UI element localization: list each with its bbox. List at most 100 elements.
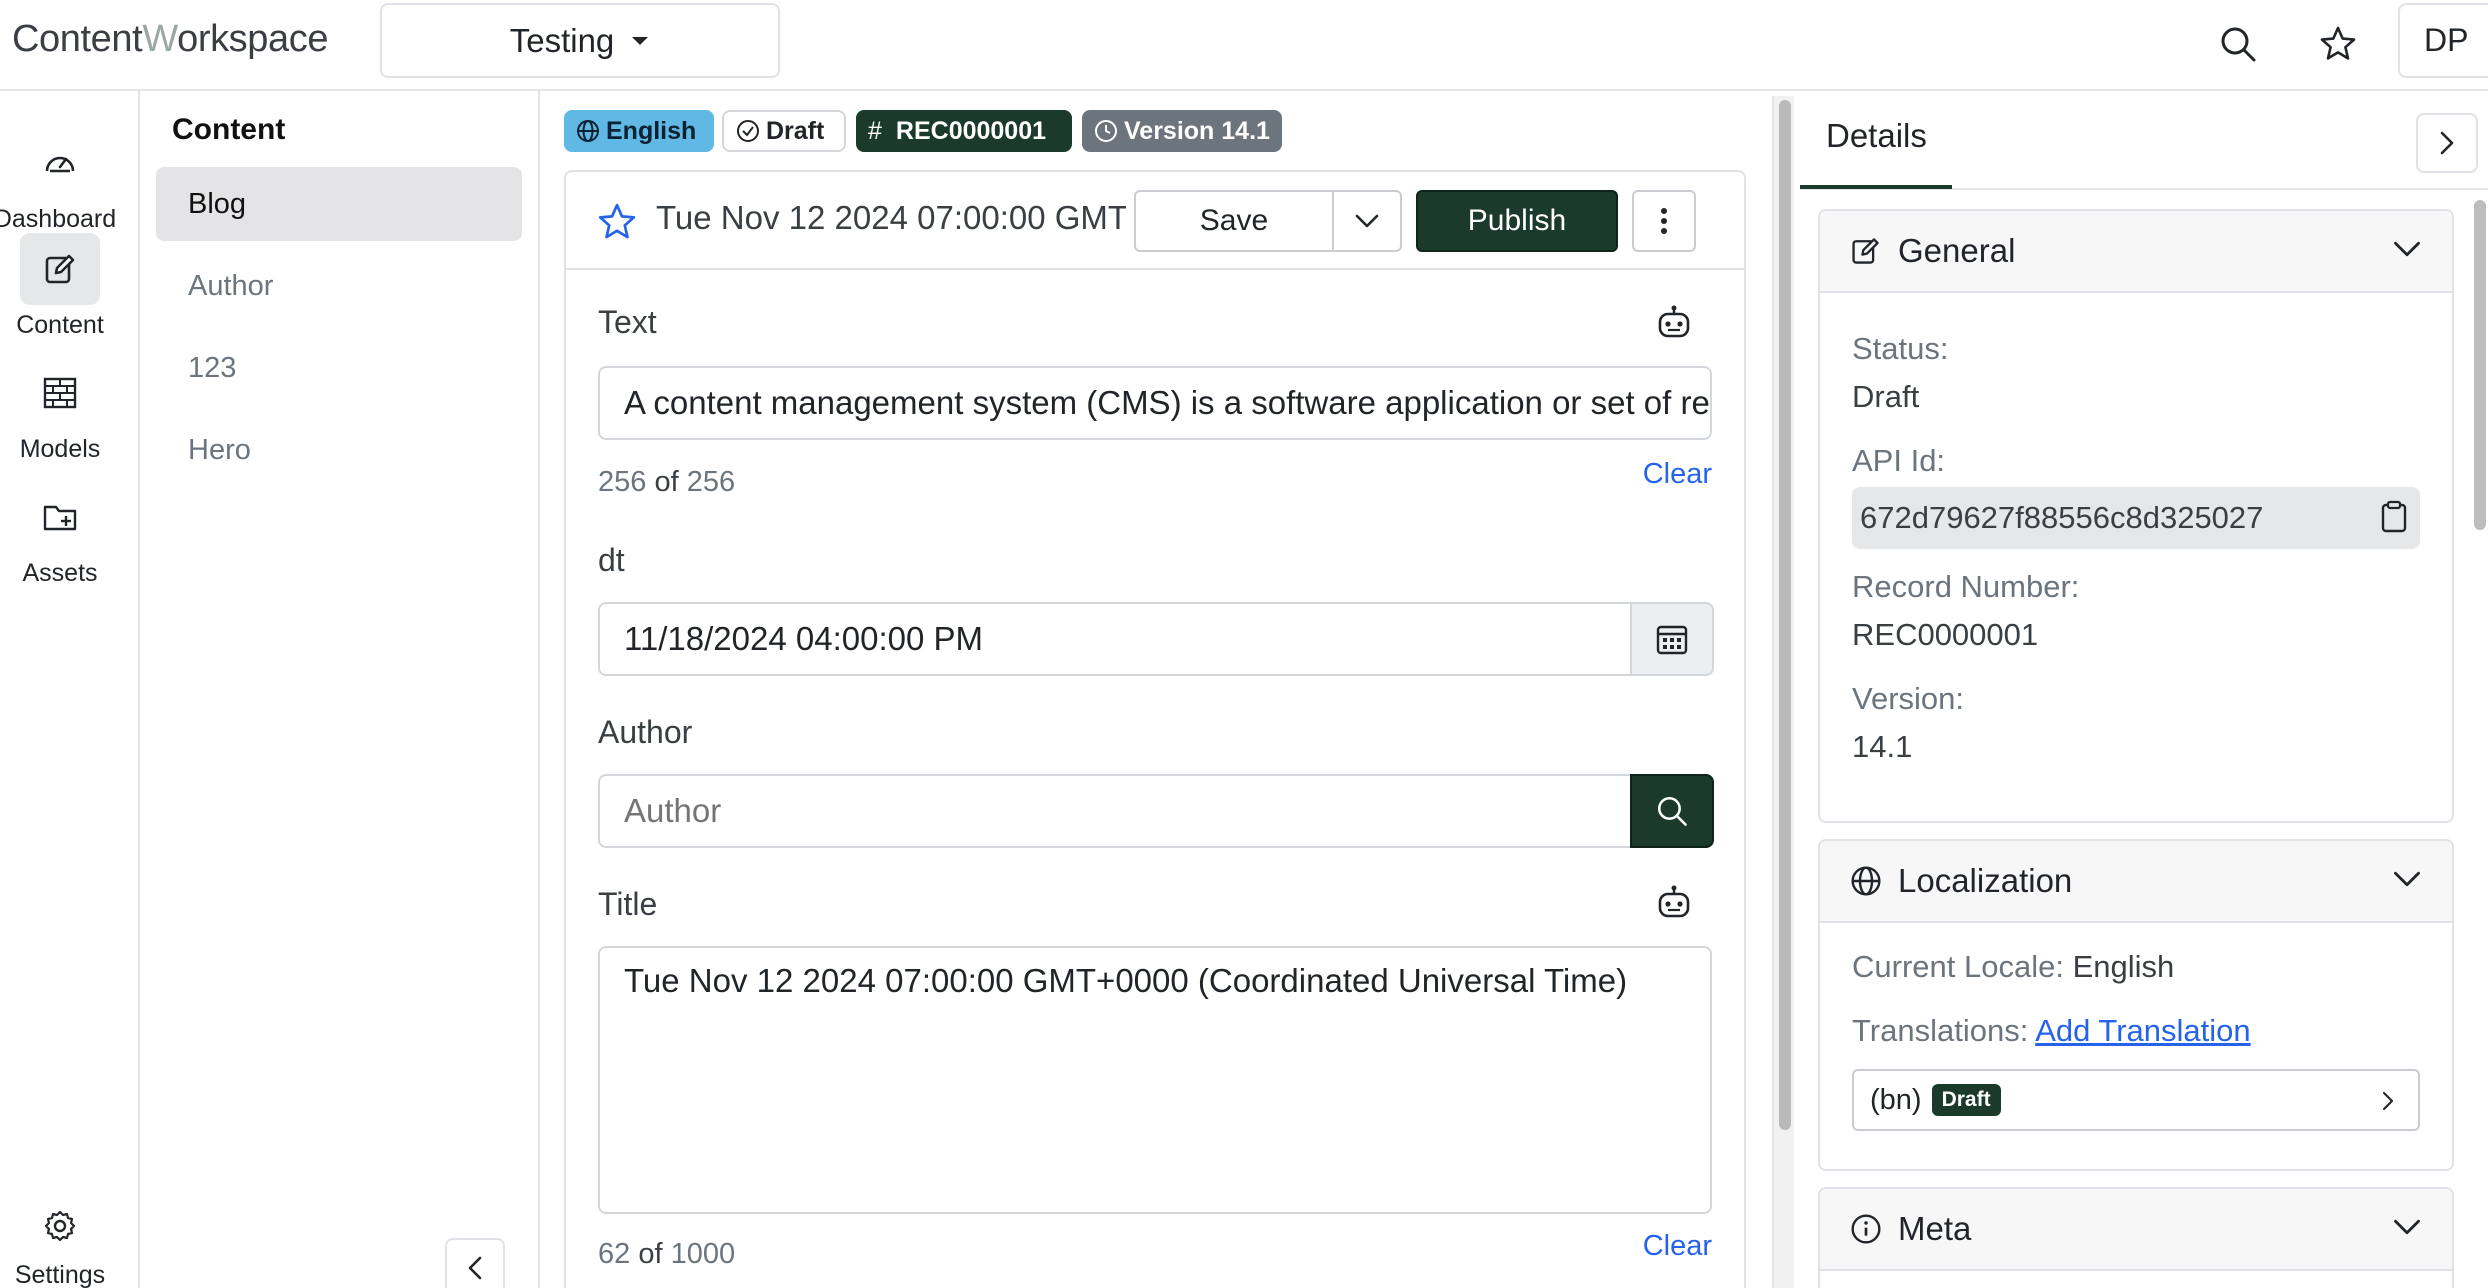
- details-tab-indicator: [1800, 185, 1952, 189]
- space-selector[interactable]: Testing: [380, 3, 780, 78]
- title-clear-link[interactable]: Clear: [1643, 1230, 1712, 1263]
- content-list-title: Content: [172, 113, 286, 146]
- translation-item-bn[interactable]: (bn) Draft: [1852, 1069, 2420, 1131]
- nav-models-label: Models: [19, 435, 101, 463]
- top-bar: ContentWorkspace Testing DP: [0, 0, 2488, 91]
- save-button[interactable]: Save: [1134, 190, 1334, 252]
- text-field-label: Text: [598, 304, 657, 340]
- editor-header: Tue Nov 12 2024 07:00:00 GMT+0000 (Coord…: [566, 172, 1744, 270]
- current-locale-row: Current Locale: English: [1852, 949, 2175, 984]
- nav-content[interactable]: Content: [0, 233, 120, 340]
- author-search-button[interactable]: [1630, 774, 1714, 848]
- editor-scrollbar[interactable]: [1772, 96, 1794, 1288]
- nav-settings-label: Settings: [14, 1261, 106, 1288]
- favorite-star-icon[interactable]: [596, 201, 638, 243]
- text-input[interactable]: A content management system (CMS) is a s…: [598, 366, 1712, 440]
- general-section: General Status: Draft API Id: 672d79627f…: [1818, 209, 2454, 823]
- caret-down-icon: [632, 36, 649, 45]
- star-icon[interactable]: [2308, 14, 2368, 74]
- version-badge: Version 14.1: [1082, 110, 1282, 152]
- clock-icon: [1095, 120, 1117, 142]
- status-value: Draft: [1852, 379, 1920, 414]
- date-picker-button[interactable]: [1630, 602, 1714, 676]
- title-textarea[interactable]: Tue Nov 12 2024 07:00:00 GMT+0000 (Coord…: [598, 946, 1712, 1214]
- editor-scrollbar-thumb[interactable]: [1779, 100, 1791, 1130]
- entry-title: Tue Nov 12 2024 07:00:00 GMT+0000 (Coord…: [656, 199, 1126, 236]
- general-section-title: General: [1898, 232, 2016, 269]
- save-options-button[interactable]: [1332, 190, 1402, 252]
- gear-icon: [20, 1197, 100, 1255]
- text-clear-link[interactable]: Clear: [1643, 458, 1712, 491]
- record-number-label: Record Number:: [1852, 569, 2080, 604]
- meta-section-header[interactable]: Meta: [1820, 1189, 2452, 1271]
- dt-field-label: dt: [598, 542, 625, 578]
- content-models-list: Content Blog Author 123 Hero: [140, 91, 540, 1288]
- calendar-icon: [1656, 625, 1688, 655]
- ai-assist-icon[interactable]: [1654, 884, 1694, 924]
- translation-locale: (bn): [1870, 1083, 1922, 1116]
- api-id-label: API Id:: [1852, 443, 1946, 478]
- record-number-badge: # REC0000001: [856, 110, 1072, 152]
- tab-details[interactable]: Details: [1826, 117, 1927, 155]
- gauge-icon: [20, 127, 100, 199]
- space-selector-label: Testing: [509, 21, 615, 59]
- chevron-right-icon: [2382, 1091, 2394, 1111]
- general-section-header[interactable]: General: [1820, 211, 2452, 293]
- localization-section: Localization Current Locale: English Tra…: [1818, 839, 2454, 1171]
- title-field-label: Title: [598, 886, 658, 922]
- globe-icon: [1851, 866, 1881, 896]
- chevron-down-icon: [2394, 241, 2420, 257]
- chevron-down-icon: [1355, 214, 1379, 228]
- publish-button[interactable]: Publish: [1416, 190, 1618, 252]
- more-actions-button[interactable]: [1632, 190, 1696, 252]
- hash-icon: #: [868, 116, 882, 145]
- copy-clipboard-icon[interactable]: [2378, 500, 2410, 534]
- content-list-item-hero[interactable]: Hero: [156, 413, 522, 487]
- edit-icon: [1852, 238, 1879, 264]
- nav-dashboard-label: Dashboard: [0, 205, 117, 233]
- primary-nav: Dashboard Content Models Assets Settings: [0, 91, 140, 1288]
- chevron-down-icon: [2394, 1219, 2420, 1235]
- nav-models[interactable]: Models: [0, 357, 120, 464]
- user-avatar[interactable]: DP: [2398, 3, 2488, 78]
- chevron-left-icon: [468, 1256, 482, 1280]
- status-label: Status:: [1852, 331, 1949, 366]
- add-translation-link[interactable]: Add Translation: [2035, 1013, 2250, 1048]
- content-list-item-author[interactable]: Author: [156, 249, 522, 323]
- nav-dashboard[interactable]: Dashboard: [0, 127, 120, 234]
- check-circle-icon: [737, 120, 759, 142]
- ai-assist-icon[interactable]: [1654, 304, 1694, 344]
- title-char-counter: 62 of 1000: [598, 1238, 736, 1270]
- nav-content-label: Content: [16, 311, 104, 339]
- content-list-item-blog[interactable]: Blog: [156, 167, 522, 241]
- collapse-sidebar-button[interactable]: [445, 1238, 505, 1288]
- api-id-value: 672d79627f88556c8d325027: [1852, 487, 2420, 549]
- collapse-details-button[interactable]: [2416, 113, 2478, 173]
- meta-section: Meta: [1818, 1187, 2454, 1288]
- translation-status-badge: Draft: [1931, 1084, 2001, 1116]
- version-value: 14.1: [1852, 729, 1913, 764]
- localization-section-header[interactable]: Localization: [1820, 841, 2452, 923]
- details-scrollbar-thumb[interactable]: [2474, 200, 2486, 530]
- search-icon[interactable]: [2208, 14, 2268, 74]
- author-field-label: Author: [598, 714, 693, 750]
- info-icon: [1851, 1214, 1881, 1244]
- entry-editor: Tue Nov 12 2024 07:00:00 GMT+0000 (Coord…: [564, 170, 1746, 1288]
- dt-input[interactable]: 11/18/2024 04:00:00 PM: [598, 602, 1712, 676]
- globe-icon: [577, 120, 599, 142]
- more-vertical-icon: [1661, 208, 1667, 234]
- record-number-value: REC0000001: [1852, 617, 2039, 652]
- locale-badge: English: [564, 110, 714, 152]
- content-list-item-123[interactable]: 123: [156, 331, 522, 405]
- chevron-right-icon: [2440, 131, 2454, 155]
- bricks-icon: [20, 357, 100, 429]
- author-reference-input[interactable]: [598, 774, 1712, 848]
- nav-settings[interactable]: Settings: [0, 1197, 120, 1288]
- app-logo[interactable]: ContentWorkspace: [12, 18, 328, 61]
- current-locale-value: English: [2072, 949, 2175, 984]
- version-label: Version:: [1852, 681, 1965, 716]
- nav-assets[interactable]: Assets: [0, 481, 120, 588]
- translations-row: Translations: Add Translation: [1852, 1013, 2251, 1048]
- status-badge: Draft: [722, 110, 846, 152]
- folder-plus-icon: [20, 481, 100, 553]
